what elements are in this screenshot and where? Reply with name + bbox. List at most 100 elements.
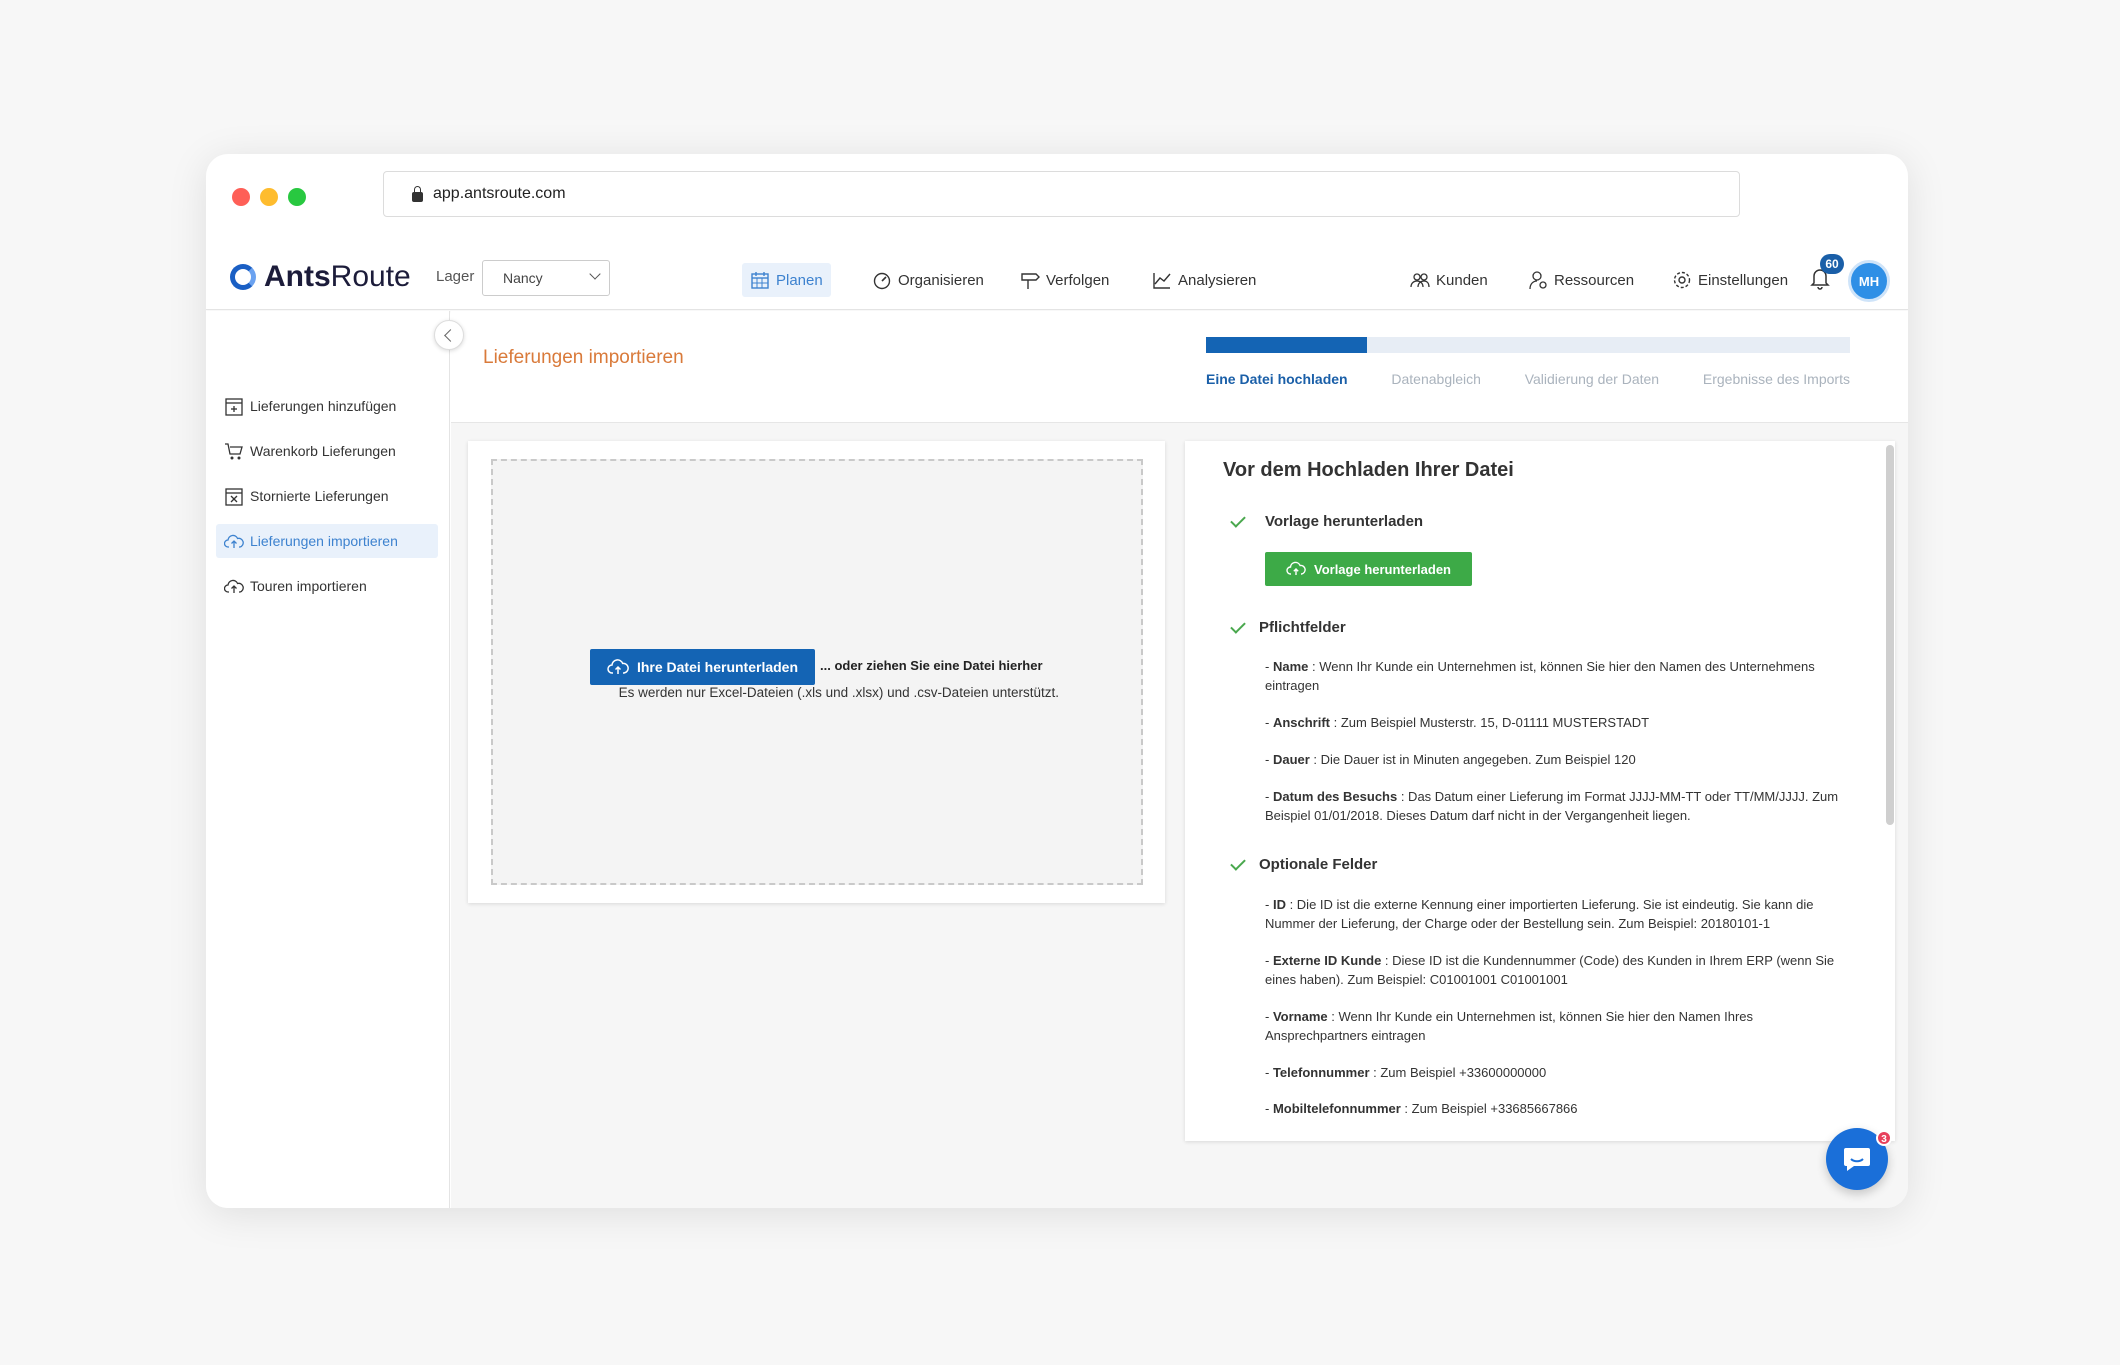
cloud-upload-icon [224,534,244,548]
sidebar-item-label: Touren importieren [250,578,367,594]
nav-einstellungen[interactable]: Einstellungen [1664,263,1796,297]
calendar-icon [751,272,769,289]
cloud-upload-icon [1286,561,1306,575]
logo-text-light: Route [330,260,411,293]
optional-heading-label: Optionale Felder [1259,856,1378,873]
sidebar-item-touren-importieren[interactable]: Touren importieren [216,569,438,603]
avatar[interactable]: MH [1848,260,1890,302]
logo-text-bold: Ants [264,260,331,293]
browser-window: app.antsroute.com Ants Route Lager Nancy … [206,154,1908,1208]
minimize-window-button[interactable] [260,188,278,206]
nav-verfolgen[interactable]: Verfolgen [1012,263,1117,297]
field-anschrift: - Anschrift : Zum Beispiel Musterstr. 15… [1265,715,1650,730]
logo-icon [230,264,256,290]
nav-ressourcen-label: Ressourcen [1554,271,1635,289]
download-template-label: Vorlage herunterladen [1313,561,1451,577]
speedometer-icon [873,272,891,290]
step-upload: Eine Datei hochladen [1206,371,1348,387]
instructions-scrollbar[interactable] [1886,445,1894,825]
url-text: app.antsroute.com [433,185,566,202]
check-icon [1230,617,1246,634]
drop-hint: ... oder ziehen Sie eine Datei hierher [820,658,1043,673]
import-steps: Eine Datei hochladen Datenabgleich Valid… [1206,371,1850,387]
step-results: Ergebnisse des Imports [1702,371,1850,387]
field-dauer: - Dauer : Die Dauer ist in Minuten angeg… [1265,752,1636,767]
cloud-upload-icon [224,579,244,593]
step-matching: Datenabgleich [1391,371,1481,387]
instructions-title: Vor dem Hochladen Ihrer Datei [1223,459,1514,481]
upload-card: Ihre Datei herunterladen ... oder ziehen… [468,441,1165,903]
template-heading-label: Vorlage herunterladen [1265,513,1424,530]
main-content: Lieferungen importieren Eine Datei hochl… [451,311,1908,1208]
calendar-plus-icon [225,398,243,416]
upload-file-button[interactable]: Ihre Datei herunterladen [590,649,815,685]
gear-icon [1673,271,1691,289]
sidebar: Lieferungen hinzufügen Warenkorb Lieferu… [206,311,450,1208]
field-datum: - Datum des Besuchs : Das Datum einer Li… [1265,789,1839,823]
window-controls [232,188,306,206]
field-externe-id: - Externe ID Kunde : Diese ID ist die Ku… [1265,953,1835,987]
nav-organisieren[interactable]: Organisieren [864,263,992,297]
chat-icon [1844,1148,1870,1171]
sidebar-item-label: Warenkorb Lieferungen [250,443,396,459]
nav-einstellungen-label: Einstellungen [1698,271,1789,289]
top-navigation: Ants Route Lager Nancy Planen Organisiere… [206,244,1908,310]
step-validation: Validierung der Daten [1524,371,1660,387]
download-template-button[interactable]: Vorlage herunterladen [1265,552,1472,586]
nav-kunden-label: Kunden [1436,271,1488,289]
lager-label: Lager [436,268,475,285]
file-dropzone[interactable]: Ihre Datei herunterladen ... oder ziehen… [491,459,1143,885]
notification-badge: 60 [1820,254,1844,274]
chart-icon [1153,273,1171,289]
nav-ressourcen[interactable]: Ressourcen [1520,263,1642,297]
field-id: - ID : Die ID ist die externe Kennung ei… [1265,897,1814,931]
nav-planen[interactable]: Planen [742,263,831,297]
progress-fill [1206,337,1367,353]
field-mobiltelefonnummer: - Mobiltelefonnummer : Zum Beispiel +336… [1265,1101,1578,1116]
page-header: Lieferungen importieren Eine Datei hochl… [451,311,1908,423]
sidebar-item-label: Lieferungen hinzufügen [250,398,397,414]
sidebar-item-label: Lieferungen importieren [250,533,398,549]
page-title: Lieferungen importieren [483,347,684,368]
sidebar-collapse-button[interactable] [434,320,464,350]
sidebar-item-stornierte[interactable]: Stornierte Lieferungen [216,479,438,513]
lock-icon [412,186,423,202]
customers-icon [1410,273,1430,288]
field-telefonnummer: - Telefonnummer : Zum Beispiel +33600000… [1265,1065,1547,1080]
sidebar-item-lieferungen-hinzufuegen[interactable]: Lieferungen hinzufügen [216,389,438,423]
sidebar-item-label: Stornierte Lieferungen [250,488,389,504]
import-progress-bar [1206,337,1850,353]
nav-verfolgen-label: Verfolgen [1046,271,1110,289]
address-bar[interactable]: app.antsroute.com [383,171,1740,217]
sidebar-item-lieferungen-importieren[interactable]: Lieferungen importieren [216,524,438,558]
cart-icon [225,443,243,460]
upload-button-label: Ihre Datei herunterladen [636,659,799,675]
chevron-down-icon [589,268,601,280]
instructions-panel: Vor dem Hochladen Ihrer Datei Vorlage he… [1185,441,1895,1141]
lager-value: Nancy [503,270,543,286]
antsroute-logo[interactable]: Ants Route [230,260,411,294]
field-name: - Name : Wenn Ihr Kunde ein Unternehmen … [1265,659,1815,693]
chat-badge: 3 [1876,1130,1892,1146]
nav-analysieren[interactable]: Analysieren [1144,263,1264,297]
file-type-note: Es werden nur Excel-Dateien (.xls und .x… [618,685,1059,700]
nav-analysieren-label: Analysieren [1178,271,1257,289]
check-icon [1230,511,1246,528]
cloud-upload-icon [607,659,629,674]
check-icon [1230,854,1246,871]
optional-section-heading: Optionale Felder [1230,854,1378,873]
required-section-heading: Pflichtfelder [1230,617,1346,636]
required-heading-label: Pflichtfelder [1259,619,1346,636]
nav-organisieren-label: Organisieren [898,271,984,289]
template-section-heading: Vorlage herunterladen [1230,511,1424,530]
maximize-window-button[interactable] [288,188,306,206]
resources-icon [1529,271,1547,290]
chevron-left-icon [444,328,457,342]
calendar-x-icon [225,488,243,506]
close-window-button[interactable] [232,188,250,206]
sidebar-item-warenkorb[interactable]: Warenkorb Lieferungen [216,434,438,468]
lager-select[interactable]: Nancy [482,260,610,296]
field-vorname: - Vorname : Wenn Ihr Kunde ein Unternehm… [1265,1009,1754,1043]
signpost-icon [1021,273,1040,289]
nav-kunden[interactable]: Kunden [1402,263,1496,297]
